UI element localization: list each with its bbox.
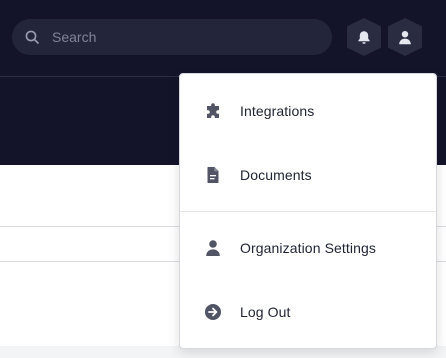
search-input[interactable] — [52, 19, 322, 55]
menu-item-label: Integrations — [240, 103, 315, 119]
menu-item-integrations[interactable]: Integrations — [180, 91, 436, 131]
menu-item-label: Documents — [240, 167, 312, 183]
menu-item-organization-settings[interactable]: Organization Settings — [180, 228, 436, 268]
notifications-button[interactable] — [347, 18, 381, 56]
document-icon — [207, 167, 219, 183]
menu-divider — [180, 211, 436, 212]
account-menu-button[interactable] — [388, 18, 422, 56]
menu-item-label: Log Out — [240, 304, 291, 320]
bell-icon — [358, 30, 370, 44]
account-dropdown-menu: Integrations Documents Organization Sett… — [179, 73, 437, 349]
arrow-circle-right-icon — [205, 304, 221, 320]
search-box[interactable] — [12, 19, 332, 55]
user-icon — [399, 30, 411, 44]
menu-item-log-out[interactable]: Log Out — [180, 292, 436, 332]
puzzle-icon — [207, 103, 219, 118]
user-icon — [206, 240, 220, 256]
menu-item-label: Organization Settings — [240, 240, 376, 256]
menu-item-documents[interactable]: Documents — [180, 155, 436, 195]
search-icon — [25, 30, 39, 44]
